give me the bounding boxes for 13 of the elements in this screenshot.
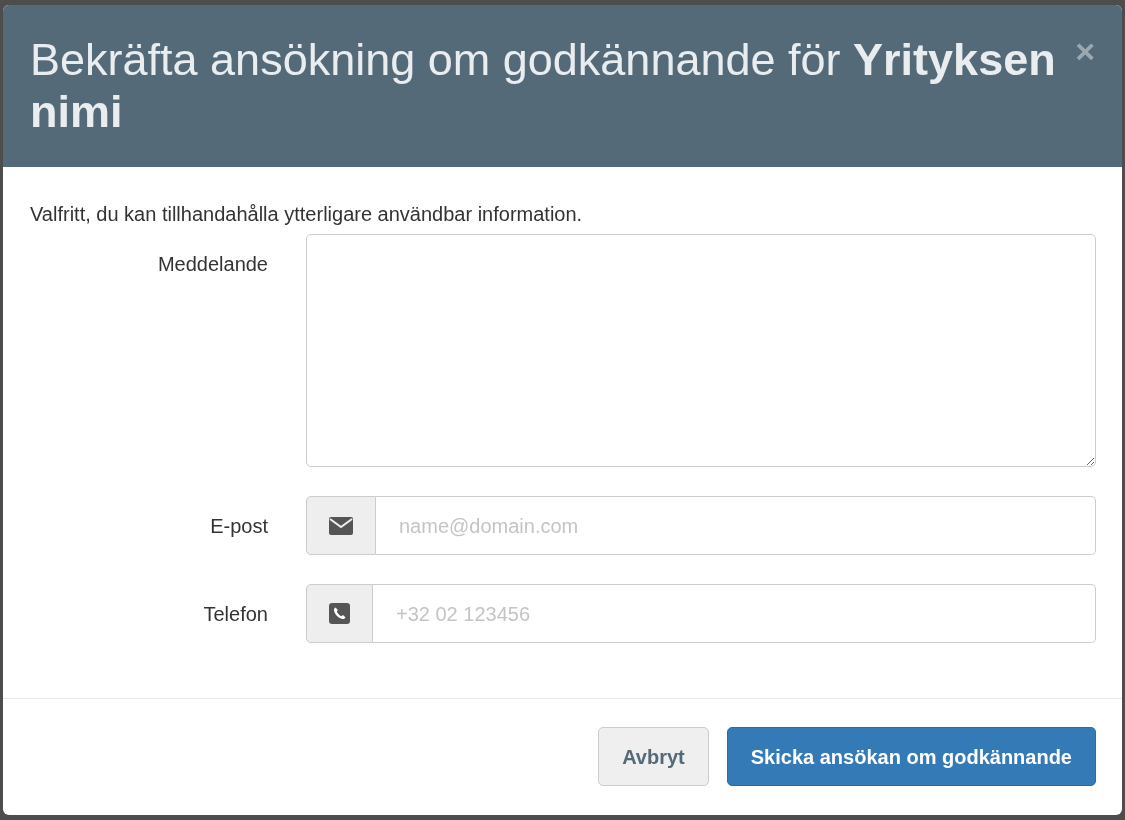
field-label: Telefon xyxy=(202,601,268,627)
cancel-button[interactable]: Avbryt xyxy=(598,727,709,786)
submit-button[interactable]: Skicka ansökan om godkännande xyxy=(726,727,1096,786)
field-label: Meddelande xyxy=(156,252,268,277)
intro-text: Valfritt, du kan tillhandahålla ytterligare användbar information. xyxy=(30,202,584,227)
phone-input[interactable]: +32 02 123456 xyxy=(373,584,1096,643)
close-button[interactable]: × xyxy=(1075,34,1095,68)
dialog-title: Bekräfta ansökning om godkännande för Yrityksen nimi xyxy=(30,34,1057,138)
envelope-icon xyxy=(329,516,353,535)
field-label: E-post xyxy=(209,513,268,539)
phone-icon xyxy=(329,603,350,624)
message-textarea[interactable] xyxy=(306,234,1096,467)
email-input[interactable]: name@domain.com xyxy=(376,496,1096,555)
